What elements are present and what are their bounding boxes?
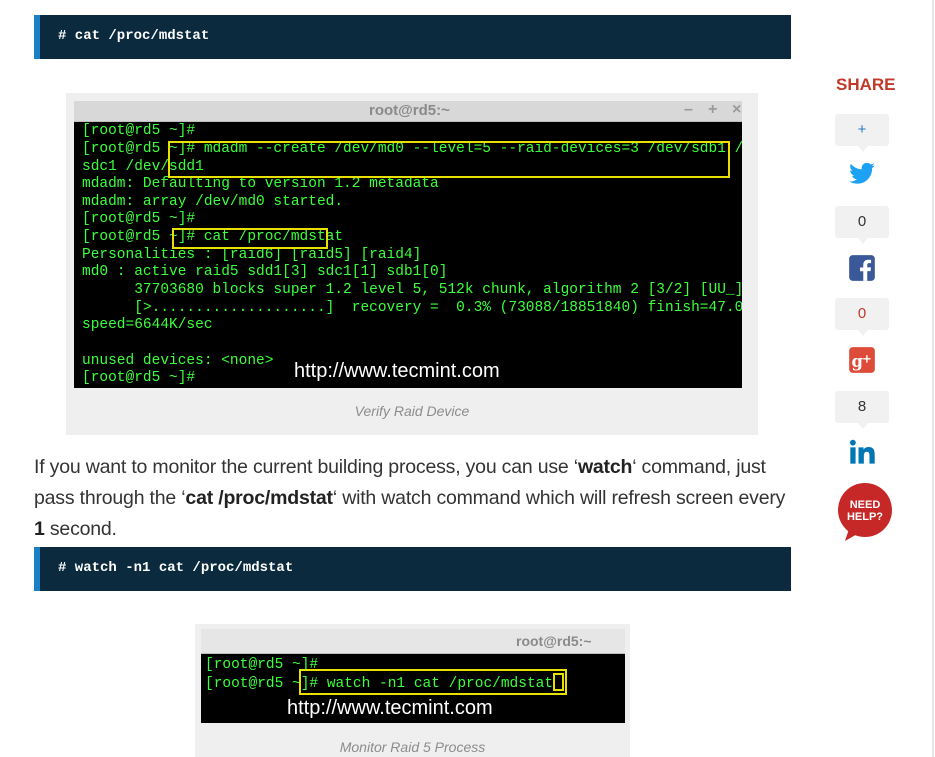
code-block: # watch -n1 cat /proc/mdstat [34,547,791,591]
code-command: # cat /proc/mdstat [58,28,210,44]
maximize-icon[interactable]: + [708,101,717,119]
terminal-titlebar: root@rd5:~ [201,629,625,654]
highlight-box [172,228,328,249]
para-bold-interval: 1 [34,518,45,540]
figure-verify-raid: root@rd5:~ – + × [root@rd5 ~]# [root@rd5… [66,93,758,435]
para-bold-command: cat /proc/mdstat [185,487,333,509]
highlight-box [168,141,730,178]
terminal-line: mdadm: array /dev/md0 started. [82,194,344,210]
code-block: # cat /proc/mdstat [34,15,791,59]
linkedin-count: 8 [835,391,889,429]
terminal-line: [root@rd5 ~]# [82,370,196,386]
linkedin-icon[interactable] [848,438,876,466]
terminal-line: 37703680 blocks super 1.2 level 5, 512k … [82,282,742,298]
terminal-window: root@rd5:~ – + × [root@rd5 ~]# [root@rd5… [74,101,742,388]
watermark-url: http://www.tecmint.com [287,697,493,719]
terminal-line: md0 : active raid5 sdd1[3] sdc1[1] sdb1[… [82,264,448,280]
terminal-title: root@rd5:~ [516,633,592,649]
para-text: If you want to monitor the current build… [34,456,578,478]
terminal-line: Personalities : [raid6] [raid5] [raid4] [82,247,422,263]
terminal-line: [root@rd5 ~]# [82,211,196,227]
para-text: second. [44,518,117,540]
facebook-count: 0 [835,206,889,244]
terminal-window: root@rd5:~ [root@rd5 ~]# [root@rd5 ~]# w… [201,629,625,723]
svg-text:HELP?: HELP? [847,511,883,523]
figure-caption: Monitor Raid 5 Process [339,739,486,755]
minimize-icon[interactable]: – [684,101,693,119]
highlight-box [299,669,567,695]
googleplus-icon[interactable]: g + [848,346,876,374]
twitter-icon[interactable] [848,160,876,188]
figure-caption: Verify Raid Device [354,403,470,419]
need-help-icon[interactable]: NEED HELP? [835,483,895,541]
body-paragraph: If you want to monitor the current build… [34,452,794,545]
facebook-icon[interactable] [848,254,876,282]
terminal-line: mdadm: Defaulting to version 1.2 metadat… [82,176,439,192]
terminal-line: unused devices: <none> [82,353,274,369]
right-border [932,0,934,757]
svg-text:+: + [862,351,872,365]
svg-text:NEED: NEED [850,499,881,511]
googleplus-count: 0 [835,298,889,336]
watermark-url: http://www.tecmint.com [294,360,500,382]
figure-monitor-raid: root@rd5:~ [root@rd5 ~]# [root@rd5 ~]# w… [195,624,630,757]
terminal-line: [root@rd5 ~]# [82,123,196,139]
share-total-count[interactable]: + [835,114,889,152]
terminal-title: root@rd5:~ [369,102,450,119]
para-text: ‘ with watch command which will refresh … [332,487,786,509]
share-title: SHARE [836,75,896,94]
code-command: # watch -n1 cat /proc/mdstat [58,560,294,576]
terminal-line: speed=6644K/sec [82,317,213,333]
terminal-line: [>....................] recovery = 0.3% … [82,300,742,316]
terminal-titlebar: root@rd5:~ – + × [74,101,742,122]
para-bold-watch: watch [577,456,633,478]
close-icon[interactable]: × [732,101,741,119]
cursor-icon [553,673,564,691]
